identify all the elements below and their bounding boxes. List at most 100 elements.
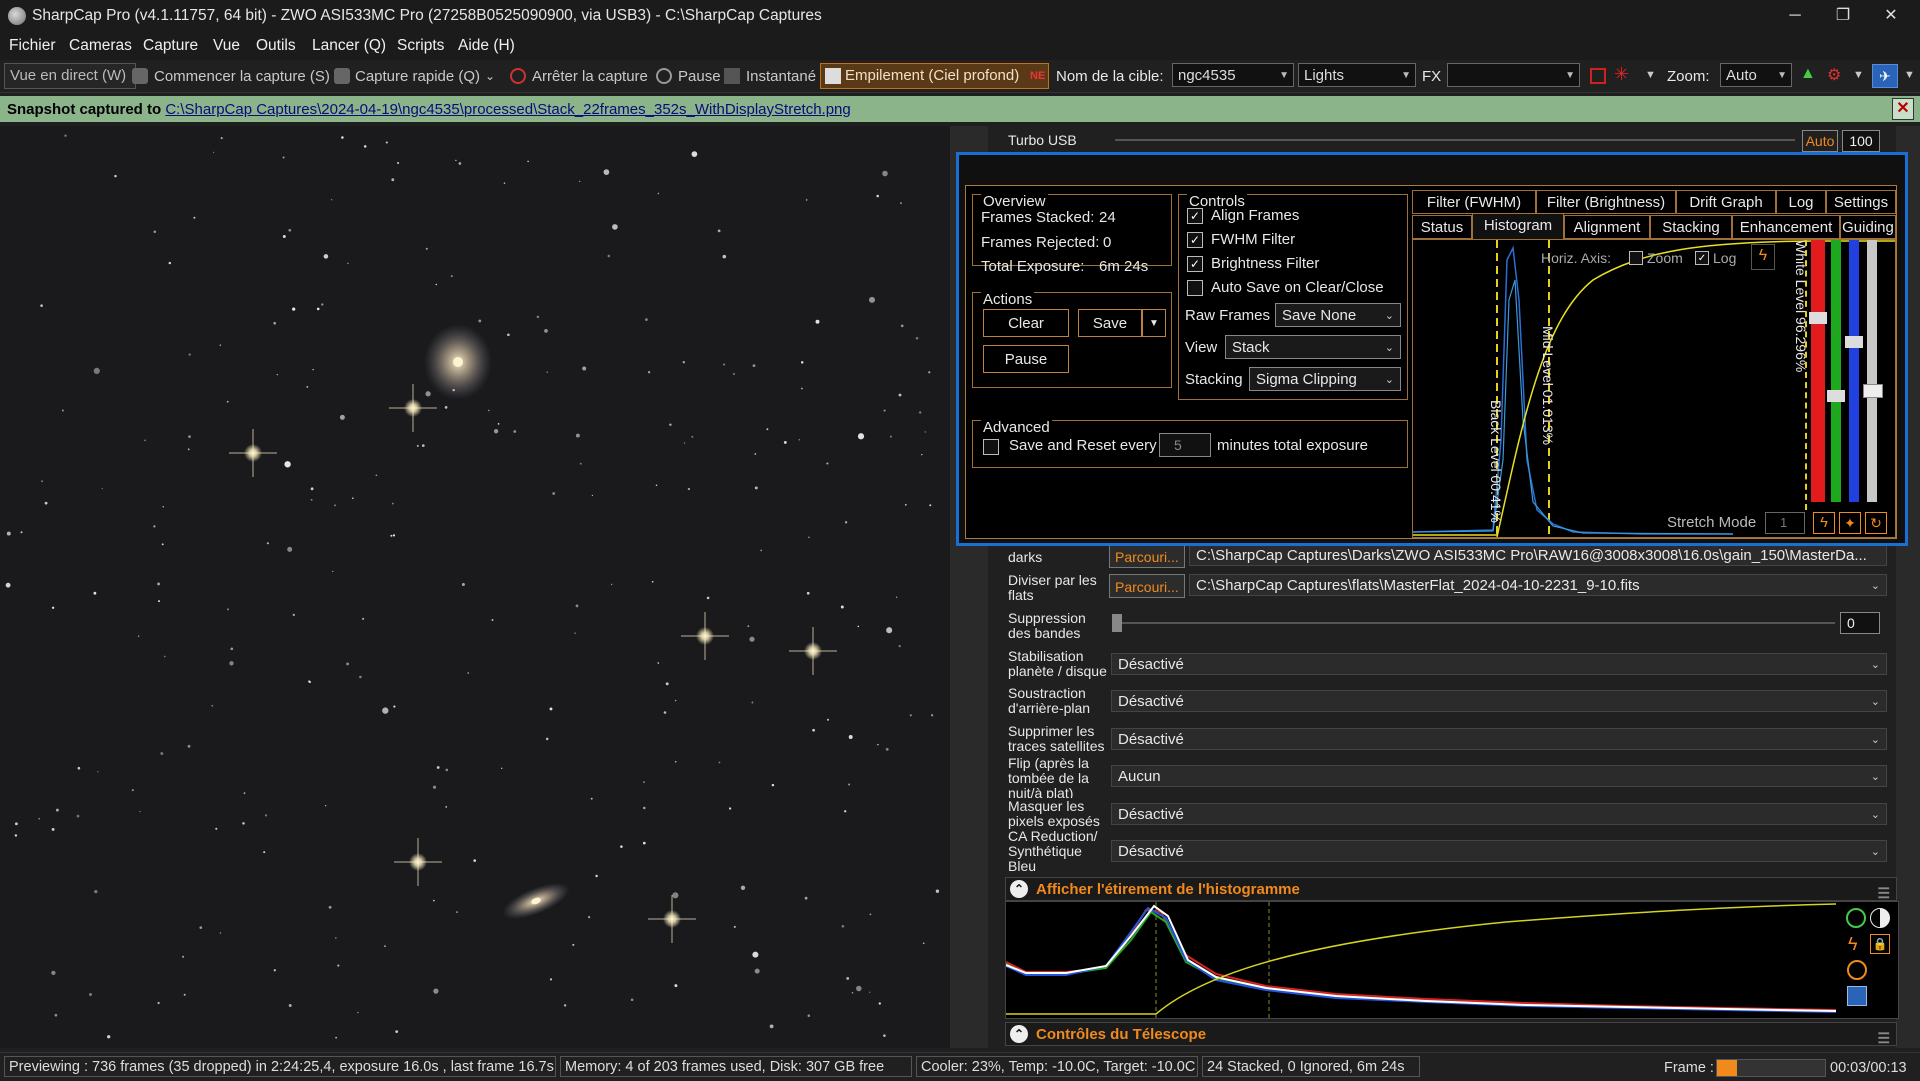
blue-channel-slider[interactable] (1849, 240, 1859, 502)
ca-reduction-combo[interactable]: Désactivé ⌄ (1111, 840, 1887, 862)
histogram-icon[interactable]: ▲ (1800, 65, 1816, 83)
auto-stretch-icon[interactable]: ϟ (1751, 244, 1775, 270)
red-channel-slider[interactable] (1811, 240, 1825, 502)
stretch-mode-stepper[interactable]: 1 (1765, 512, 1805, 534)
collapse-icon[interactable]: ⌃ (1010, 880, 1028, 898)
stabilisation-combo[interactable]: Désactivé ⌄ (1111, 653, 1887, 675)
gear-icon[interactable]: ⚙ (1827, 65, 1841, 85)
raw-frames-combo[interactable]: Save None ⌄ (1275, 303, 1401, 327)
chevron-down-icon[interactable]: ⌄ (485, 69, 495, 83)
tab-guiding[interactable]: Guiding (1840, 215, 1896, 239)
restore-button[interactable]: ❐ (1820, 0, 1866, 32)
live-stack-button[interactable]: Empilement (Ciel profond) (820, 63, 1049, 89)
menu-cameras[interactable]: Cameras (69, 37, 132, 55)
tab-stacking[interactable]: Stacking (1650, 215, 1732, 239)
collapse-icon[interactable]: ⌃ (1010, 1025, 1028, 1043)
tab-enhancement[interactable]: Enhancement (1732, 215, 1840, 239)
lightning-icon[interactable]: ϟ (1848, 934, 1858, 955)
align-frames-checkbox[interactable]: ✓ (1187, 208, 1203, 224)
menu-capture[interactable]: Capture (143, 37, 198, 55)
turbo-value[interactable]: 100 (1842, 130, 1880, 152)
green-slider-thumb[interactable] (1827, 390, 1845, 402)
blue-slider-thumb[interactable] (1845, 336, 1863, 348)
banding-value[interactable]: 0 (1840, 612, 1880, 634)
contrast-icon[interactable] (1870, 908, 1890, 928)
menu-vue[interactable]: Vue (213, 37, 240, 55)
banding-slider-thumb[interactable] (1112, 614, 1122, 632)
flip-combo[interactable]: Aucun ⌄ (1111, 765, 1887, 787)
target-name-combo[interactable]: ngc4535 ▼ (1172, 63, 1294, 87)
tab-log[interactable]: Log (1776, 190, 1826, 214)
chevron-down-icon[interactable]: ▼ (1645, 69, 1656, 81)
menu-scripts[interactable]: Scripts (397, 37, 444, 55)
save-icon[interactable] (1847, 986, 1867, 1006)
power-icon[interactable] (1846, 908, 1866, 928)
frame-type-combo[interactable]: Lights ▼ (1298, 63, 1416, 87)
reset-icon[interactable] (1847, 960, 1867, 980)
zoom-checkbox[interactable] (1629, 251, 1643, 265)
close-notification-button[interactable]: ✕ (1892, 98, 1914, 120)
luminance-slider[interactable] (1867, 240, 1877, 502)
lock-icon[interactable]: 🔒 (1870, 934, 1890, 954)
fwhm-filter-checkbox[interactable]: ✓ (1187, 232, 1203, 248)
tab-status[interactable]: Status (1412, 215, 1472, 239)
darks-path-combo[interactable]: C:\SharpCap Captures\Darks\ZWO ASI533MC … (1189, 544, 1887, 566)
turbo-auto-button[interactable]: Auto (1802, 130, 1838, 152)
quick-capture-button[interactable]: Capture rapide (Q) (355, 68, 480, 85)
lightning-icon[interactable]: ϟ (1813, 512, 1835, 534)
close-window-button[interactable]: ✕ (1868, 0, 1914, 32)
brightness-filter-checkbox[interactable]: ✓ (1187, 256, 1203, 272)
live-view-button[interactable]: Vue en direct (W) (4, 63, 136, 89)
save-button[interactable]: Save (1078, 309, 1142, 337)
chevron-down-icon[interactable]: ▼ (1904, 69, 1915, 81)
snapshot-button[interactable]: Instantané (746, 68, 816, 85)
star-icon[interactable]: ✦ (1839, 512, 1861, 534)
tab-drift-graph[interactable]: Drift Graph (1676, 190, 1776, 214)
pause-stack-button[interactable]: Pause (983, 345, 1069, 373)
minutes-stepper[interactable]: 5 (1159, 433, 1211, 457)
crosshair-icon[interactable]: ✳ (1614, 64, 1629, 85)
save-dropdown-button[interactable]: ▼ (1142, 309, 1166, 337)
clear-button[interactable]: Clear (983, 309, 1069, 337)
flats-browse-button[interactable]: Parcouri... (1109, 574, 1185, 598)
pause-button[interactable]: Pause (678, 68, 721, 85)
histogram-stretch-graph[interactable]: ϟ 🔒 (1005, 901, 1899, 1019)
tab-filter-brightness[interactable]: Filter (Brightness) (1536, 190, 1676, 214)
stop-capture-button[interactable]: Arrêter la capture (532, 68, 648, 85)
tab-filter-fwhm[interactable]: Filter (FWHM) (1412, 190, 1536, 214)
luminance-slider-thumb[interactable] (1863, 384, 1883, 398)
fx-combo[interactable]: ▼ (1447, 63, 1580, 87)
green-channel-slider[interactable] (1831, 240, 1841, 502)
banding-slider[interactable] (1115, 622, 1835, 624)
tab-histogram[interactable]: Histogram (1472, 213, 1564, 240)
tab-alignment[interactable]: Alignment (1564, 215, 1650, 239)
background-subtraction-combo[interactable]: Désactivé ⌄ (1111, 690, 1887, 712)
hot-pixels-combo[interactable]: Désactivé ⌄ (1111, 803, 1887, 825)
camera-image[interactable] (0, 126, 950, 1048)
darks-browse-button[interactable]: Parcouri... (1109, 544, 1185, 568)
menu-outils[interactable]: Outils (256, 37, 296, 55)
menu-lancer[interactable]: Lancer (Q) (312, 37, 386, 55)
reset-icon[interactable]: ↻ (1865, 512, 1887, 534)
chevron-down-icon[interactable]: ▼ (1853, 69, 1864, 81)
menu-aide[interactable]: Aide (H) (458, 37, 515, 55)
save-reset-checkbox[interactable] (983, 439, 999, 455)
tab-settings[interactable]: Settings (1826, 190, 1896, 214)
minimize-button[interactable]: ─ (1772, 0, 1818, 32)
snapshot-path-link[interactable]: C:\SharpCap Captures\2024-04-19\ngc4535\… (165, 101, 850, 118)
histogram-stretch-header[interactable]: ⌃ Afficher l'étirement de l'histogramme … (1005, 877, 1897, 901)
satellite-trails-combo[interactable]: Désactivé ⌄ (1111, 728, 1887, 750)
auto-save-checkbox[interactable] (1187, 280, 1203, 296)
stacking-combo[interactable]: Sigma Clipping ⌄ (1249, 367, 1401, 391)
telescope-icon[interactable]: ✈ (1872, 64, 1898, 88)
log-checkbox[interactable]: ✓ (1695, 251, 1709, 265)
zoom-combo[interactable]: Auto ▼ (1720, 63, 1792, 87)
reticle-icon[interactable] (1590, 68, 1606, 84)
telescope-controls-header[interactable]: ⌃ Contrôles du Télescope ☰ (1005, 1022, 1897, 1046)
flats-path-combo[interactable]: C:\SharpCap Captures\flats\MasterFlat_20… (1189, 574, 1887, 596)
start-capture-button[interactable]: Commencer la capture (S) (154, 68, 330, 85)
menu-fichier[interactable]: Fichier (9, 37, 56, 55)
turbo-usb-slider[interactable] (1115, 139, 1795, 141)
menu-lines-icon[interactable]: ☰ (1877, 1026, 1890, 1050)
view-combo[interactable]: Stack ⌄ (1225, 335, 1401, 359)
